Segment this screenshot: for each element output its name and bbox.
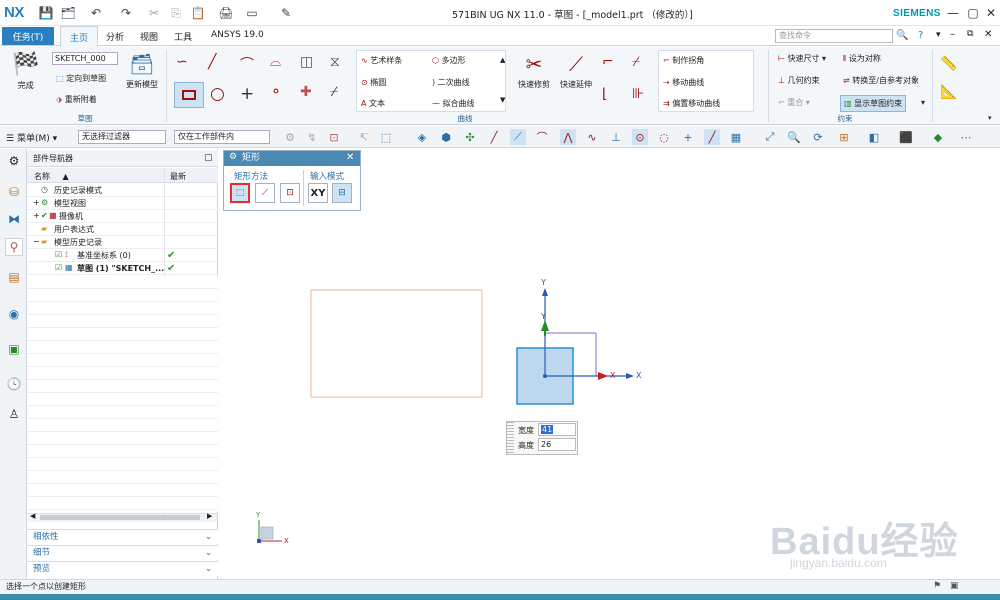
width-value: 41	[541, 425, 554, 434]
parameter-mode-icon: ⊟	[338, 188, 346, 198]
by-2-points-button[interactable]: ⬚	[230, 183, 250, 203]
dialog-close-icon[interactable]: ✕	[346, 152, 354, 163]
dialog-title: 矩形	[224, 151, 360, 166]
coordinate-mode-button[interactable]: XY	[308, 183, 328, 203]
three-point-rect-icon: ⟋	[261, 188, 269, 198]
by-3-points-button[interactable]: ⟋	[255, 183, 275, 203]
dialog-gear-icon[interactable]: ⚙	[229, 152, 237, 162]
y-axis-label: Y	[541, 278, 546, 287]
x-axis-arrow	[626, 373, 634, 379]
sketch-rectangle-outline	[310, 289, 483, 398]
center-rect-icon: ⊡	[286, 188, 294, 198]
triad-x-label: X	[284, 537, 289, 545]
flag-icon[interactable]: ⚑	[933, 581, 941, 591]
height-input[interactable]: 26	[538, 438, 576, 451]
parameter-mode-button[interactable]: ⊟	[332, 183, 352, 203]
from-center-button[interactable]: ⊡	[280, 183, 300, 203]
input-mode-label: 输入模式	[310, 172, 345, 182]
y-axis-arrow	[542, 288, 548, 296]
x-axis-red-arrow	[598, 372, 608, 380]
height-label: 高度	[518, 441, 534, 450]
full-screen-icon[interactable]: ▣	[950, 581, 959, 591]
x-axis-label-2: X	[610, 371, 616, 380]
dialog-divider	[303, 170, 304, 206]
y-axis-green-arrow	[541, 320, 549, 331]
two-point-rect-icon: ⬚	[235, 188, 245, 198]
width-input[interactable]: 41	[538, 423, 576, 436]
watermark-url: jingyan.baidu.com	[790, 556, 887, 570]
bottom-border	[0, 594, 1000, 600]
x-axis-label: X	[636, 371, 642, 380]
width-label: 宽度	[518, 426, 534, 435]
status-bar: 选择一个点以创建矩形	[0, 579, 1000, 594]
rectangle-method-label: 矩形方法	[234, 172, 269, 182]
triad-y-label: Y	[256, 511, 261, 519]
y-axis-label-2: Y	[541, 312, 546, 321]
origin-point	[543, 374, 547, 378]
drag-handle[interactable]	[507, 422, 514, 454]
